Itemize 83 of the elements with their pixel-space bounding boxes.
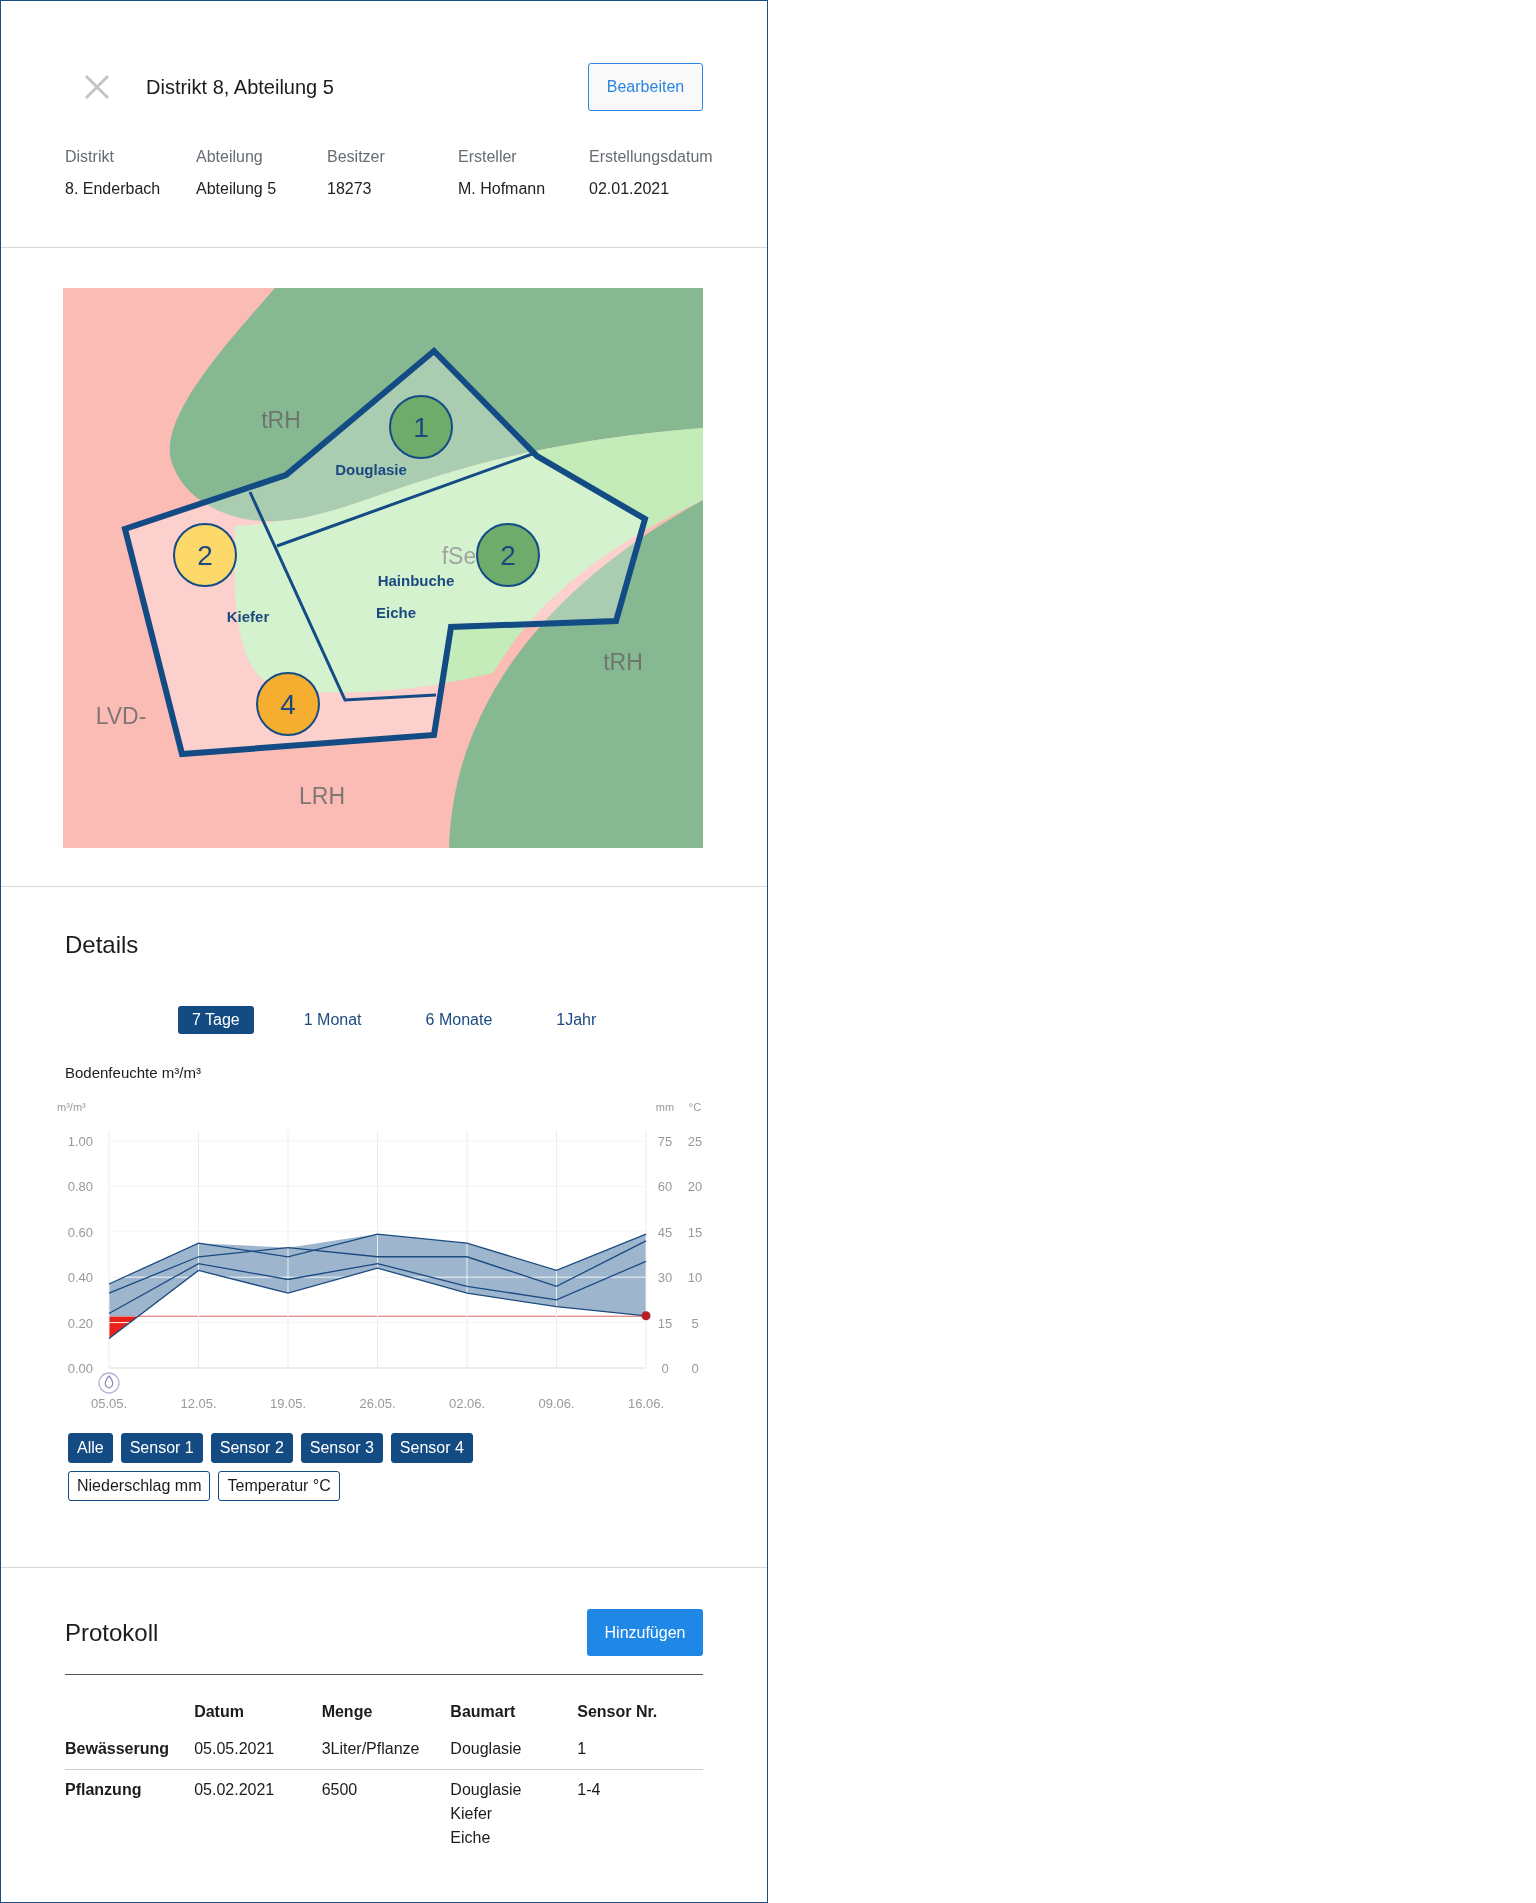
axis-tick: 02.06. — [448, 1396, 486, 1411]
sensor-marker[interactable]: 2 — [173, 523, 237, 587]
layer-toggle[interactable]: Temperatur °C — [218, 1471, 340, 1501]
range-tab[interactable]: 6 Monate — [411, 1006, 507, 1034]
axis-unit: mm — [655, 1101, 675, 1113]
column-header: Datum — [194, 1695, 322, 1729]
sensor-filter[interactable]: Sensor 4 — [390, 1433, 473, 1463]
field-label: Ersteller — [458, 148, 518, 166]
data-point — [641, 1311, 651, 1321]
table-cell: 3Liter/Pflanze — [321, 1729, 451, 1770]
axis-tick: 45 — [657, 1224, 673, 1240]
table-cell: 6500 — [321, 1769, 451, 1858]
window-title: Distrikt 8, Abteilung 5 — [146, 75, 335, 99]
layer-toggle[interactable]: Niederschlag mm — [68, 1471, 211, 1501]
field-label: Abteilung — [196, 148, 264, 166]
axis-tick: 0.40 — [67, 1270, 93, 1286]
field-value: 8. Enderbach — [65, 180, 162, 198]
column-header: Menge — [321, 1702, 374, 1722]
zone-label: tRH — [261, 407, 301, 433]
section-title: Protokoll — [65, 1618, 159, 1647]
field-value: 18273 — [327, 180, 373, 198]
row-header: Pflanzung — [65, 1769, 195, 1858]
table-cell: Douglasie — [450, 1729, 578, 1770]
table-cell: 1 — [577, 1729, 703, 1770]
axis-tick: 20 — [687, 1179, 703, 1195]
axis-tick: 5 — [691, 1315, 699, 1331]
table-cell: 05.02.2021 — [194, 1769, 322, 1858]
table-cell: Douglasie Kiefer Eiche — [450, 1769, 578, 1858]
section-title: Details — [65, 931, 140, 959]
table-cell: 05.05.2021 — [194, 1729, 322, 1770]
close-icon[interactable] — [84, 74, 110, 100]
range-tab[interactable]: 1 Monat — [289, 1006, 376, 1034]
axis-tick: 0.80 — [67, 1179, 93, 1195]
axis-tick: 12.05. — [180, 1396, 217, 1411]
field-value: 02.01.2021 — [589, 180, 671, 198]
species-label: Eiche — [376, 604, 416, 621]
axis-tick: 16.06. — [627, 1396, 665, 1411]
sensor-filter[interactable]: Sensor 2 — [210, 1433, 293, 1463]
axis-unit: °C — [688, 1101, 702, 1113]
row-header: Bewässerung — [65, 1729, 195, 1770]
field-label: Distrikt — [65, 148, 115, 166]
axis-tick: 0.20 — [67, 1315, 93, 1331]
sensor-filter[interactable]: Alle — [68, 1433, 113, 1463]
edit-button[interactable]: Bearbeiten — [588, 63, 703, 111]
column-header: Sensor Nr. — [577, 1702, 659, 1722]
axis-tick: 60 — [657, 1179, 673, 1195]
droplet-icon[interactable] — [98, 1372, 120, 1394]
zone-label: LRH — [299, 783, 345, 809]
axis-tick: 19.05. — [269, 1396, 307, 1411]
chart-title: Bodenfeuchte m³/m³ — [65, 1064, 202, 1081]
column-header: Baumart — [450, 1695, 578, 1729]
range-tab[interactable]: 1Jahr — [542, 1006, 611, 1034]
axis-tick: 0.60 — [67, 1224, 93, 1240]
field-label: Besitzer — [327, 148, 386, 166]
axis-tick: 05.05. — [90, 1396, 128, 1411]
sensor-filter[interactable]: Sensor 3 — [300, 1433, 383, 1463]
species-label: Kiefer — [226, 608, 270, 625]
field-label: Erstellungsdatum — [589, 148, 714, 166]
axis-tick: 0 — [691, 1361, 699, 1376]
axis-tick: 25 — [687, 1134, 703, 1149]
add-button[interactable]: Hinzufügen — [587, 1609, 703, 1656]
range-tab[interactable]: 7 Tage — [178, 1006, 254, 1034]
species-label: Douglasie — [335, 461, 407, 478]
axis-tick: 15 — [687, 1224, 703, 1240]
axis-tick: 10 — [687, 1270, 703, 1286]
axis-tick: 09.06. — [538, 1396, 575, 1411]
axis-tick: 75 — [657, 1134, 673, 1149]
sensor-filter[interactable]: Sensor 1 — [120, 1433, 203, 1463]
species-label: Hainbuche — [377, 572, 455, 589]
axis-tick: 26.05. — [359, 1396, 396, 1411]
table-cell: 1-4 — [577, 1769, 703, 1858]
axis-tick: 15 — [657, 1315, 673, 1331]
axis-tick: 30 — [657, 1270, 673, 1286]
axis-tick: 0 — [661, 1361, 669, 1376]
axis-unit: m³/m³ — [57, 1101, 86, 1113]
axis-tick: 0.00 — [67, 1361, 93, 1376]
field-value: Abteilung 5 — [196, 180, 278, 198]
field-value: M. Hofmann — [458, 180, 547, 198]
zone-label: fSe — [441, 543, 477, 569]
sensor-marker[interactable]: 4 — [256, 672, 320, 736]
zone-label: tRH — [603, 649, 643, 675]
axis-tick: 1.00 — [67, 1134, 93, 1149]
zone-label: LVD- — [95, 703, 147, 729]
